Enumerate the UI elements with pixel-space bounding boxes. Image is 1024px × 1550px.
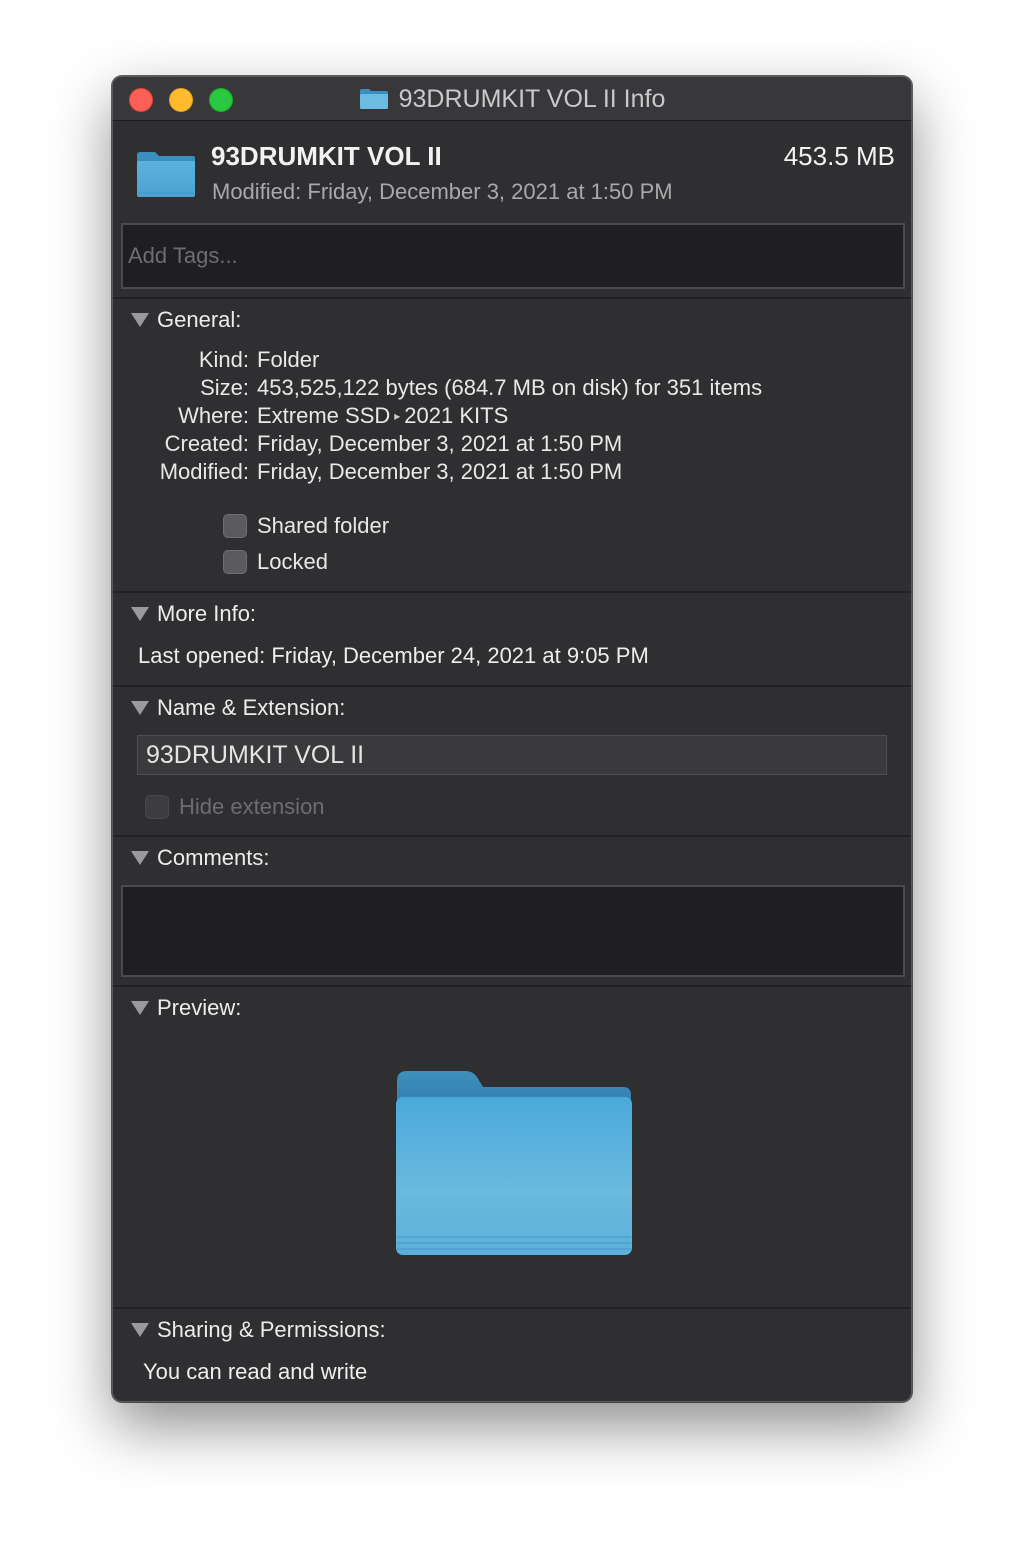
path-separator-icon: ▸	[394, 409, 401, 423]
title-bar[interactable]: 93DRUMKIT VOL II Info	[113, 77, 911, 121]
permission-status: You can read and write	[143, 1359, 368, 1384]
locked-checkbox[interactable]	[223, 550, 247, 574]
locked-checkbox-row[interactable]: Locked	[223, 549, 328, 575]
folder-icon	[137, 152, 195, 197]
section-label: General:	[157, 307, 242, 332]
file-header: 93DRUMKIT VOL II 453.5 MB Modified: Frid…	[113, 121, 911, 221]
disclosure-triangle-icon[interactable]	[131, 851, 149, 865]
file-name: 93DRUMKIT VOL II	[211, 141, 442, 171]
section-label: More Info:	[157, 601, 257, 626]
comments-box	[121, 885, 905, 977]
divider	[113, 297, 911, 299]
section-name-extension-header[interactable]: Name & Extension:	[131, 695, 345, 721]
shared-folder-checkbox[interactable]	[223, 514, 247, 538]
section-sharing-header[interactable]: Sharing & Permissions:	[131, 1317, 386, 1343]
info-row-modified: Modified: Friday, December 3, 2021 at 1:…	[113, 459, 911, 487]
divider	[113, 1307, 911, 1309]
info-row-size: Size: 453,525,122 bytes (684.7 MB on dis…	[113, 375, 911, 403]
hide-extension-checkbox	[145, 795, 169, 819]
info-value: Folder	[257, 347, 320, 372]
section-label: Preview:	[157, 995, 242, 1020]
file-size: 453.5 MB	[783, 141, 895, 171]
info-row-kind: Kind: Folder	[113, 347, 911, 375]
divider	[113, 835, 911, 837]
hide-extension-checkbox-row: Hide extension	[145, 794, 325, 820]
section-comments-header[interactable]: Comments:	[131, 845, 269, 871]
section-label: Sharing & Permissions:	[157, 1317, 386, 1342]
info-row-where: Where: Extreme SSD ▸ 2021 KITS	[113, 403, 911, 431]
info-value: 453,525,122 bytes (684.7 MB on disk) for…	[257, 375, 763, 400]
tags-field-box	[121, 223, 905, 289]
info-value: Friday, December 3, 2021 at 1:50 PM	[257, 459, 623, 484]
shared-folder-label: Shared folder	[257, 513, 390, 538]
file-modified: Modified: Friday, December 3, 2021 at 1:…	[212, 179, 673, 204]
section-more-info-header[interactable]: More Info:	[131, 601, 256, 627]
disclosure-triangle-icon[interactable]	[131, 1001, 149, 1015]
section-general-header[interactable]: General:	[131, 307, 241, 333]
disclosure-triangle-icon[interactable]	[131, 1323, 149, 1337]
divider	[113, 685, 911, 687]
info-row-created: Created: Friday, December 3, 2021 at 1:5…	[113, 431, 911, 459]
locked-label: Locked	[257, 549, 328, 574]
info-key: Created:	[164, 431, 249, 456]
info-window: 93DRUMKIT VOL II Info 93DRUMKIT VOL II 4…	[112, 76, 912, 1402]
hide-extension-label: Hide extension	[179, 794, 325, 819]
section-preview-header[interactable]: Preview:	[131, 995, 241, 1021]
info-value-path: Extreme SSD ▸ 2021 KITS	[257, 403, 508, 429]
window-title: 93DRUMKIT VOL II Info	[398, 84, 666, 113]
path-folder: 2021 KITS	[404, 403, 509, 428]
section-label: Name & Extension:	[157, 695, 346, 720]
path-volume: Extreme SSD	[257, 403, 391, 428]
info-key: Kind:	[198, 347, 249, 372]
divider	[113, 591, 911, 593]
tags-input[interactable]	[123, 225, 903, 287]
info-key: Modified:	[159, 459, 249, 484]
comments-textarea[interactable]	[123, 887, 903, 975]
disclosure-triangle-icon[interactable]	[131, 701, 149, 715]
section-label: Comments:	[157, 845, 270, 870]
folder-icon	[396, 1071, 632, 1255]
info-value: Friday, December 3, 2021 at 1:50 PM	[257, 431, 623, 456]
info-key: Size:	[200, 375, 249, 400]
title-wrap: 93DRUMKIT VOL II Info	[113, 77, 911, 121]
info-key: Where:	[178, 403, 249, 428]
disclosure-triangle-icon[interactable]	[131, 313, 149, 327]
folder-icon	[359, 89, 388, 109]
divider	[113, 985, 911, 987]
name-field[interactable]	[137, 735, 887, 775]
disclosure-triangle-icon[interactable]	[131, 607, 149, 621]
shared-folder-checkbox-row[interactable]: Shared folder	[223, 513, 389, 539]
last-opened: Last opened: Friday, December 24, 2021 a…	[138, 643, 649, 668]
